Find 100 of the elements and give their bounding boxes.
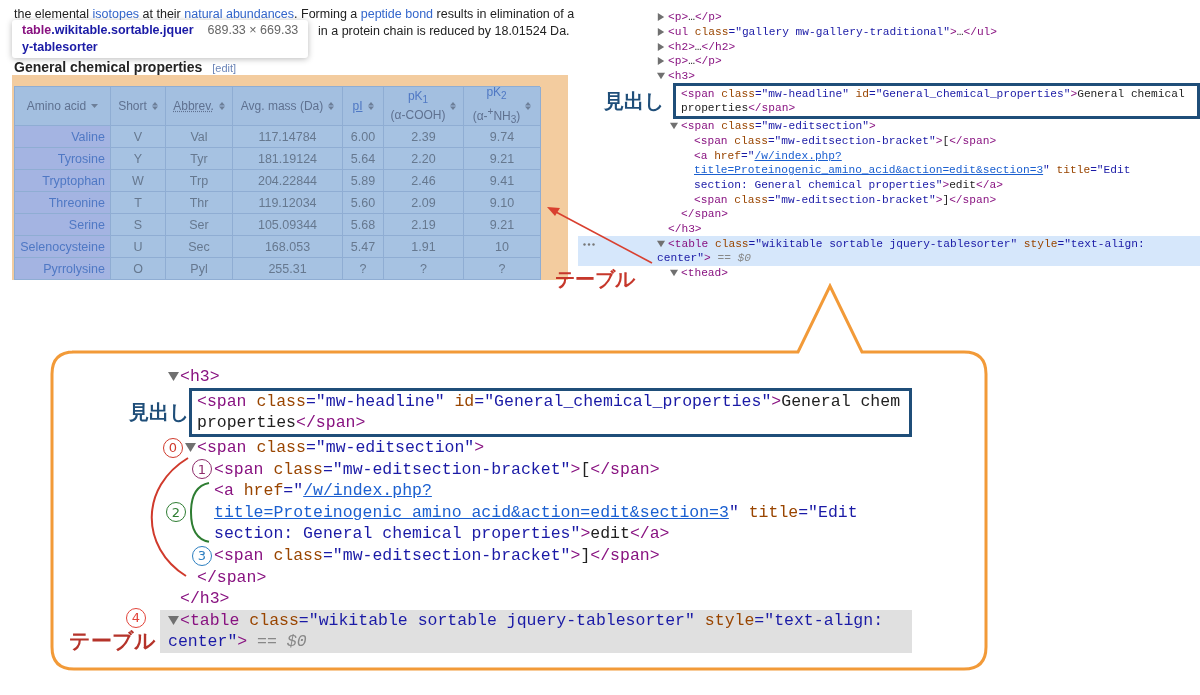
- table-cell: Ser: [166, 214, 233, 236]
- body-text: the elemental isotopes at their natural abundances. Forming a peptide bond results in elimination of a: [14, 7, 575, 21]
- code-line: </h3>: [180, 589, 230, 609]
- tooltip-selector: table.wikitable.sortable.jquer y-tablesorter: [22, 22, 194, 56]
- table-cell: Sec: [166, 236, 233, 258]
- code-line: <span class="mw-editsection-bracket">]</span>: [214, 546, 660, 566]
- code-link[interactable]: title=Proteinogenic_amino_acid&action=edit&section=3: [214, 502, 729, 522]
- code-line: section: General chemical properties">edit</a>: [214, 524, 670, 544]
- table-cell: Trp: [166, 170, 233, 192]
- table-cell: 181.19124: [233, 148, 343, 170]
- table-cell: S: [111, 214, 166, 236]
- code-line: </span>: [197, 567, 267, 587]
- header-label: Abbrev.: [173, 98, 214, 114]
- table-cell: Val: [166, 126, 233, 148]
- table-cell: ?: [343, 258, 384, 280]
- table-cell: 10: [464, 236, 541, 258]
- table-cell: 168.053: [233, 236, 343, 258]
- table-cell: 5.60: [343, 192, 384, 214]
- code-line: <h3>: [180, 367, 220, 387]
- table-cell: 255.31: [233, 258, 343, 280]
- table-cell: 2.09: [384, 192, 464, 214]
- table-cell: Tyr: [166, 148, 233, 170]
- annotation-label: 見出し: [604, 87, 664, 115]
- table-cell: 5.89: [343, 170, 384, 192]
- table-cell: 119.12034: [233, 192, 343, 214]
- table-cell: ?: [464, 258, 541, 280]
- code-line: <a href="/w/index.php?: [214, 481, 432, 501]
- table-cell: Pyl: [166, 258, 233, 280]
- table-cell: 105.09344: [233, 214, 343, 236]
- code-line: </span>: [681, 208, 728, 221]
- tooltip-size: 689.33 × 669.33: [207, 22, 299, 39]
- header-label: pK$_{1}$ (α-COOH): [390, 89, 446, 123]
- table-cell: 5.64: [343, 148, 384, 170]
- body-text: in a protein chain is reduced by 18.01524 Da.: [318, 24, 570, 38]
- header-label: Avg. mass (Da): [240, 98, 324, 114]
- table-cell: Selenocysteine: [15, 236, 111, 258]
- table-cell: Pyrrolysine: [15, 258, 111, 280]
- code-line: section: General chemical properties">edit</a>: [694, 178, 1003, 191]
- code-line: <span class="mw-editsection-bracket">[</span>: [694, 134, 997, 147]
- annotation-label: テーブル: [69, 628, 156, 656]
- table-cell: 9.21: [464, 214, 541, 236]
- code-line: <h3>: [668, 70, 695, 83]
- table-cell: 9.41: [464, 170, 541, 192]
- code-line: <span class="mw-editsection">: [197, 438, 485, 458]
- table-cell: 9.74: [464, 126, 541, 148]
- code-link[interactable]: title=Proteinogenic_amino_acid&action=edit&section=3: [694, 164, 1044, 177]
- table-cell: T: [111, 192, 166, 214]
- table-cell: 1.91: [384, 236, 464, 258]
- table-cell: 9.21: [464, 148, 541, 170]
- table-cell: Thr: [166, 192, 233, 214]
- annotation-label: テーブル: [555, 266, 635, 293]
- code-line: center"> == $0: [657, 252, 751, 265]
- code-line: <span class="mw-editsection">: [681, 120, 876, 133]
- header-label: pK$_{2}$ (α-$^{+}$NH$_{3}$): [472, 85, 521, 127]
- code-line: center"> == $0: [168, 632, 307, 652]
- code-line: <p>…</p>: [668, 11, 722, 24]
- text-link[interactable]: peptide bond: [360, 7, 434, 21]
- code-line: <table class="wikitable sortable jquery-tablesorter" style="text-align:: [180, 610, 884, 630]
- header-label: Short: [118, 98, 147, 114]
- section-heading: General chemical properties: [14, 60, 203, 75]
- table-cell: 117.14784: [233, 126, 343, 148]
- code-line: properties</span>: [197, 413, 366, 433]
- table-cell: 2.39: [384, 126, 464, 148]
- code-line: <a href="/w/index.php?: [694, 149, 842, 162]
- table-cell: 9.10: [464, 192, 541, 214]
- code-line: title=Proteinogenic_amino_acid&action=edit&section=3" title="Edit: [694, 164, 1131, 177]
- table-cell: V: [111, 126, 166, 148]
- code-line: <table class="wikitable sortable jquery-tablesorter" style="text-align:: [668, 237, 1145, 250]
- table-cell: 5.47: [343, 236, 384, 258]
- table-cell: U: [111, 236, 166, 258]
- code-line: <p>…</p>: [668, 55, 722, 68]
- edit-link[interactable]: [edit]: [212, 61, 237, 76]
- table-cell: Tryptophan: [15, 170, 111, 192]
- header-label: Amino acid: [26, 98, 87, 114]
- table-cell: Valine: [15, 126, 111, 148]
- code-line: title=Proteinogenic_amino_acid&action=edit&section=3" title="Edit: [214, 502, 858, 522]
- code-link[interactable]: /w/index.php?: [754, 149, 842, 162]
- table-cell: 5.68: [343, 214, 384, 236]
- header-label: pI: [352, 98, 363, 114]
- code-line: <span class="mw-headline" id="General_chemical_properties">General chem: [197, 391, 901, 411]
- table-cell: W: [111, 170, 166, 192]
- table-cell: Tyrosine: [15, 148, 111, 170]
- selected-row[interactable]: <table class="wikitable sortable jquery-tablesorter" style="text-align: center"> == $0: [578, 236, 1200, 266]
- table-cell: 6.00: [343, 126, 384, 148]
- table-cell: Threonine: [15, 192, 111, 214]
- table-cell: O: [111, 258, 166, 280]
- code-line: <span class="mw-headline" id="General_chemical_properties">General chemical: [681, 87, 1185, 100]
- code-line: <h2>…</h2>: [668, 40, 736, 53]
- table-cell: 2.46: [384, 170, 464, 192]
- code-line: </h3>: [668, 222, 702, 235]
- code-line: <ul class="gallery mw-gallery-traditional">…</ul>: [668, 26, 998, 39]
- code-line: <span class="mw-editsection-bracket">]</span>: [694, 193, 997, 206]
- table-cell: ?: [384, 258, 464, 280]
- code-line: properties</span>: [681, 102, 796, 115]
- annotation-label: 見出し: [129, 398, 189, 426]
- code-link[interactable]: /w/index.php?: [303, 481, 432, 501]
- text-link[interactable]: isotopes: [92, 7, 140, 21]
- code-line: <thead>: [681, 267, 728, 280]
- table-cell: 2.19: [384, 214, 464, 236]
- table-cell: Y: [111, 148, 166, 170]
